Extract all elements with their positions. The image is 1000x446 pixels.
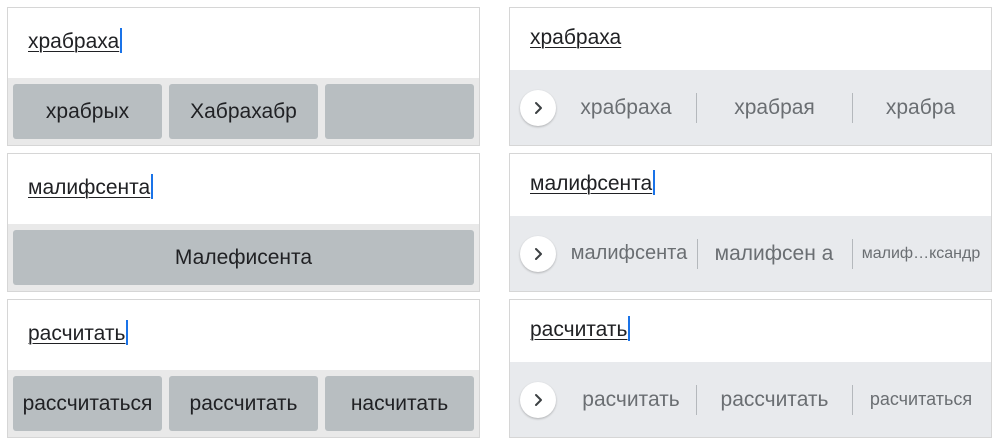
suggestion-item[interactable]: храбраха [566,70,686,145]
text-caret [628,316,631,341]
right-panel-2: малифсента малифсента малифсен а малиф…к… [509,153,992,292]
suggestion-chip[interactable]: насчитать [325,376,474,431]
suggestion-item[interactable]: малиф…ксандр [854,216,988,291]
text-field[interactable]: храбраха [510,8,991,78]
right-panel-3: расчитать расчитать рассчитать расчитать… [509,299,992,438]
text-caret [126,320,129,345]
suggestion-item[interactable]: храбрая [697,70,852,145]
suggestion-item[interactable]: храбра [853,70,988,145]
text-caret [653,170,656,195]
expand-button[interactable] [520,235,556,272]
suggestion-item[interactable]: расчитаться [853,362,989,437]
suggestion-bar: Малефисента [8,224,479,291]
suggestion-bar: рассчитаться рассчитать насчитать [8,370,479,437]
suggestion-chip[interactable]: храбрых [13,84,162,139]
text-field[interactable]: храбраха [8,8,479,78]
suggestion-item[interactable]: рассчитать [697,362,852,437]
typed-word: расчитать [28,320,129,348]
text-field[interactable]: малифсента [8,154,479,224]
text-caret [151,174,154,199]
expand-button[interactable] [520,89,556,126]
typed-word: храбраха [530,26,622,49]
expand-button[interactable] [520,381,556,418]
left-panel-3: расчитать рассчитаться рассчитать насчит… [7,299,480,438]
suggestion-item[interactable]: малифсен а [698,216,850,291]
typed-word: расчитать [530,316,631,344]
suggestion-item[interactable]: расчитать [566,362,696,437]
suggestion-strip: малифсента малифсен а малиф…ксандр [510,216,991,291]
left-panel-1: храбраха храбрых Хабрахабр [7,7,480,146]
suggestion-strip: расчитать рассчитать расчитаться [510,362,991,437]
suggestion-strip: храбраха храбрая храбра [510,70,991,145]
typed-word: малифсента [530,170,656,198]
chevron-right-icon [535,393,542,406]
separator [852,238,853,269]
suggestion-bar: храбрых Хабрахабр [8,78,479,145]
chevron-right-icon [535,101,542,114]
left-panel-2: малифсента Малефисента [7,153,480,292]
chevron-right-icon [535,247,542,260]
text-field[interactable]: расчитать [510,300,991,370]
suggestion-item[interactable]: малифсента [562,216,696,291]
suggestion-chip[interactable]: рассчитать [169,376,318,431]
right-panel-1: храбраха храбраха храбрая храбра [509,7,992,146]
suggestion-chip[interactable]: рассчитаться [13,376,162,431]
suggestion-chip-empty[interactable] [325,84,474,139]
text-caret [120,28,123,53]
typed-word: малифсента [28,174,154,202]
suggestion-chip[interactable]: Малефисента [13,230,474,285]
typed-word: храбраха [28,28,123,56]
text-field[interactable]: малифсента [510,154,991,224]
suggestion-chip[interactable]: Хабрахабр [169,84,318,139]
text-field[interactable]: расчитать [8,300,479,370]
